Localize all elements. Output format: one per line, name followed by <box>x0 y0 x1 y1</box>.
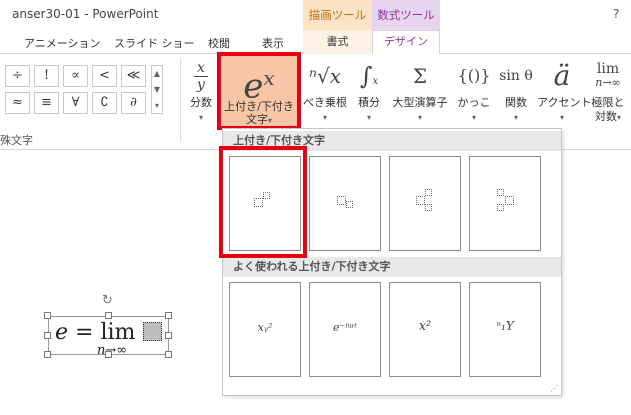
limit-label-2: 対数 <box>594 110 617 123</box>
integral-icon: ∫x <box>359 62 379 90</box>
rotate-handle-icon[interactable]: ↻ <box>102 293 113 308</box>
tab-review[interactable]: 校閲 <box>208 35 230 51</box>
symbol-much-less-than[interactable]: ≪ <box>121 65 146 87</box>
common-script-item[interactable]: ⁿ₁Y <box>469 282 541 377</box>
bracket-icon: {()} <box>457 66 491 85</box>
resize-handle[interactable] <box>44 351 51 358</box>
placeholder-box <box>416 196 425 205</box>
highlight-frame <box>219 146 307 258</box>
template-sub-superscript[interactable] <box>389 156 461 251</box>
limit-label-1: 極限と <box>591 96 625 109</box>
ribbon-separator <box>180 58 181 142</box>
symbol-divide[interactable]: ÷ <box>5 65 30 87</box>
limit-icon: lim n→∞ <box>595 61 621 89</box>
template-left-sub-superscript[interactable] <box>469 156 541 251</box>
integral-button[interactable]: ∫x 積分 ▾ <box>352 56 386 132</box>
placeholder-box <box>425 204 432 211</box>
script-label-2: 文字 <box>245 113 268 126</box>
symbol-approx[interactable]: ≈ <box>5 92 30 114</box>
common-script-item[interactable]: e⁻ⁱᵚᵗ <box>309 282 381 377</box>
title-bar: anser30-01 - PowerPoint 描画ツール 数式ツール ? <box>0 0 631 30</box>
resize-handle[interactable] <box>105 312 112 319</box>
sigma-icon: Σ <box>412 64 428 88</box>
fraction-label: 分数 <box>190 96 212 109</box>
resize-handle[interactable] <box>165 351 172 358</box>
tab-slideshow[interactable]: スライド ショー <box>114 35 195 51</box>
function-label: 関数 <box>505 96 527 109</box>
section-header-common-scripts: よく使われる上付き/下付き文字 <box>223 257 561 277</box>
tab-view[interactable]: 表示 <box>262 35 284 51</box>
fraction-button[interactable]: xy 分数 ▾ <box>186 56 216 132</box>
integral-label: 積分 <box>358 96 380 109</box>
template-subscript[interactable] <box>309 156 381 251</box>
large-operator-button[interactable]: Σ 大型演算子 ▾ <box>388 56 452 132</box>
window-title: anser30-01 - PowerPoint <box>12 7 159 21</box>
bracket-label: かっこ <box>457 96 491 109</box>
bracket-button[interactable]: {()} かっこ ▾ <box>455 56 493 132</box>
radical-icon: ⁿ√x <box>308 64 342 88</box>
function-button[interactable]: sin θ 関数 ▾ <box>496 56 536 132</box>
math-tools-context-tab: 数式ツール <box>372 0 440 30</box>
drawing-tools-context-tab: 描画ツール <box>303 0 372 30</box>
symbol-factorial[interactable]: ! <box>34 65 59 87</box>
radical-label: べき乗根 <box>303 96 347 109</box>
tab-format[interactable]: 書式 <box>303 30 372 54</box>
tab-design[interactable]: デザイン <box>372 30 440 55</box>
symbol-for-all[interactable]: ∀ <box>63 92 88 114</box>
limit-log-button[interactable]: lim n→∞ 極限と 対数▾ <box>588 56 628 132</box>
symbol-partial[interactable]: ∂ <box>121 92 146 114</box>
placeholder-box <box>346 201 353 208</box>
radical-button[interactable]: ⁿ√x べき乗根 ▾ <box>302 56 348 132</box>
accent-button[interactable]: ä アクセント ▾ <box>537 56 591 132</box>
script-label-1: 上付き/下付き <box>224 100 294 113</box>
script-icon: ex <box>243 66 275 107</box>
equation-placeholder[interactable] <box>143 322 162 341</box>
placeholder-box <box>425 189 432 196</box>
symbol-less-than[interactable]: < <box>92 65 117 87</box>
accent-label: アクセント <box>537 96 592 109</box>
accent-icon: ä <box>553 59 571 92</box>
large-operator-label: 大型演算子 <box>392 96 448 109</box>
help-icon[interactable]: ? <box>613 7 619 21</box>
function-icon: sin θ <box>499 68 533 84</box>
equation-main: e = lim <box>55 320 136 345</box>
symbol-complement[interactable]: ∁ <box>92 92 117 114</box>
script-button[interactable]: ex 上付き/下付き 文字▾ <box>217 52 301 130</box>
tab-animation[interactable]: アニメーション <box>24 35 101 51</box>
symbol-scroll[interactable]: ▲ ▼ ▾ <box>151 65 163 114</box>
symbols-group-label: 殊文字 <box>0 134 33 147</box>
slide-canvas[interactable] <box>0 150 222 415</box>
symbol-identical[interactable]: ≡ <box>34 92 59 114</box>
resize-handle[interactable] <box>44 332 51 339</box>
resize-handle[interactable] <box>44 312 51 319</box>
resize-handle[interactable] <box>165 312 172 319</box>
common-script-item[interactable]: xᵧ² <box>229 282 301 377</box>
gallery-resize-grip-icon[interactable]: ⋰ <box>550 384 558 393</box>
ribbon-tab-row: アニメーション スライド ショー 校閲 表示 書式 デザイン <box>0 30 631 55</box>
common-script-item[interactable]: x² <box>389 282 461 377</box>
resize-handle[interactable] <box>165 332 172 339</box>
placeholder-box <box>497 204 504 211</box>
equation-limit-subscript: n→∞ <box>97 343 128 358</box>
fraction-icon: xy <box>186 56 216 96</box>
placeholder-box <box>337 196 346 205</box>
placeholder-box <box>505 196 514 205</box>
symbol-proportional[interactable]: ∝ <box>63 65 88 87</box>
placeholder-box <box>497 189 504 196</box>
